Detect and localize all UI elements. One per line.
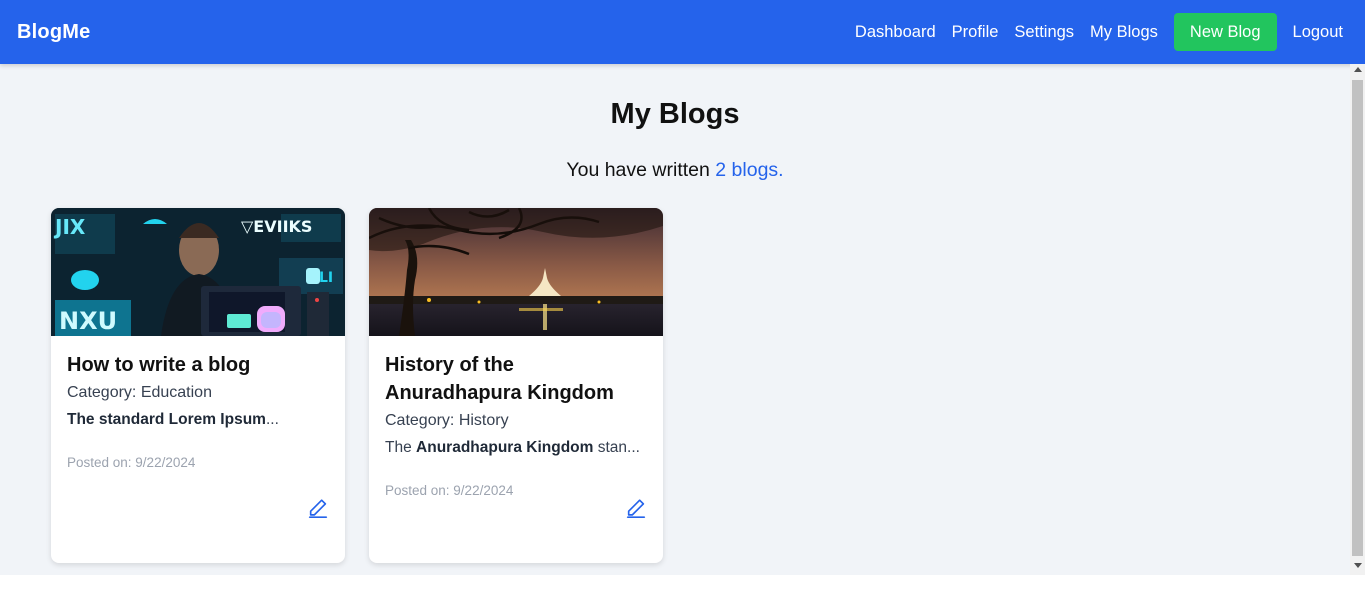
excerpt-rest: stan... [597, 439, 640, 456]
blog-posted-date: Posted on: 9/22/2024 [385, 483, 514, 498]
nav-link-logout[interactable]: Logout [1293, 23, 1343, 42]
new-blog-button[interactable]: New Blog [1173, 13, 1277, 51]
blog-card[interactable]: JIX ▽EVIIKS LI NXU How to write a blog C… [51, 208, 345, 563]
blog-title[interactable]: How to write a blog [67, 351, 329, 379]
blog-card[interactable]: History of the Anuradhapura Kingdom Cate… [369, 208, 663, 563]
blog-excerpt: The standard Lorem Ipsum... [67, 409, 329, 431]
scroll-up-arrow-icon[interactable] [1350, 66, 1365, 76]
blog-title[interactable]: History of the Anuradhapura Kingdom [385, 351, 647, 407]
blog-posted-date: Posted on: 9/22/2024 [67, 455, 196, 470]
brand-logo[interactable]: BlogMe [17, 21, 90, 44]
blog-count-summary: You have written 2 blogs. [0, 159, 1350, 182]
pencil-icon[interactable] [307, 497, 329, 519]
svg-text:NXU: NXU [59, 307, 117, 335]
top-navbar: BlogMe Dashboard Profile Settings My Blo… [0, 0, 1365, 64]
page-title: My Blogs [610, 98, 740, 130]
svg-text:LI: LI [319, 270, 333, 286]
nav-link-profile[interactable]: Profile [952, 23, 999, 42]
excerpt-bold: Anuradhapura Kingdom [416, 439, 594, 456]
blog-excerpt: The Anuradhapura Kingdom stan... [385, 437, 647, 459]
blog-category: Category: History [385, 412, 509, 429]
scrollbar-thumb[interactable] [1352, 80, 1363, 556]
app-viewport: BlogMe Dashboard Profile Settings My Blo… [0, 0, 1365, 575]
svg-text:▽EVIIKS: ▽EVIIKS [241, 217, 312, 236]
excerpt-pre: The [385, 439, 412, 456]
blog-cover-image: JIX ▽EVIIKS LI NXU [51, 208, 345, 336]
nav-link-settings[interactable]: Settings [1014, 23, 1074, 42]
nav-link-dashboard[interactable]: Dashboard [855, 23, 936, 42]
blog-card-body: History of the Anuradhapura Kingdom Cate… [385, 351, 647, 498]
pencil-icon[interactable] [625, 497, 647, 519]
scroll-down-arrow-icon[interactable] [1350, 563, 1365, 573]
nav-link-my-blogs[interactable]: My Blogs [1090, 23, 1158, 42]
blog-cover-image [369, 208, 663, 336]
vertical-scrollbar[interactable] [1350, 64, 1365, 575]
svg-text:JIX: JIX [53, 215, 86, 239]
summary-count: 2 blogs. [715, 159, 784, 181]
blog-card-body: How to write a blog Category: Education … [67, 351, 329, 470]
blog-category: Category: Education [67, 384, 212, 401]
excerpt-rest: ... [265, 411, 279, 428]
excerpt-bold: The standard Lorem Ipsum [67, 411, 266, 428]
nav-links: Dashboard Profile Settings My Blogs New … [839, 13, 1343, 51]
summary-text: You have written [566, 159, 710, 181]
